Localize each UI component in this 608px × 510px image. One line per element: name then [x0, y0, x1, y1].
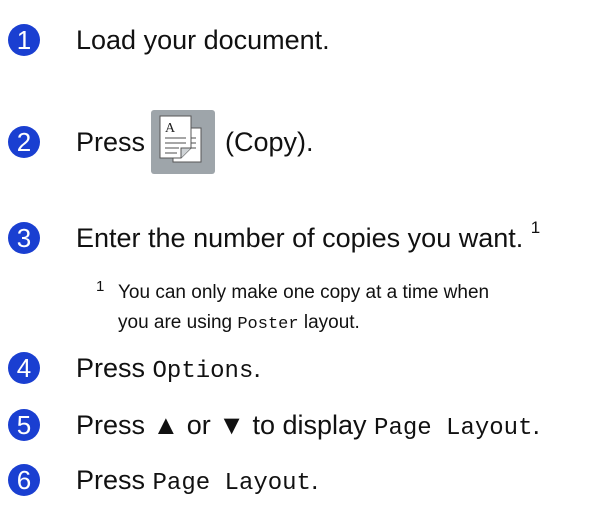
step-number: 5: [8, 409, 40, 441]
step-text: Press A (Copy).: [76, 109, 314, 174]
footnote-text: You can only make one copy at a time whe…: [118, 278, 596, 340]
footnote-number: 1: [96, 278, 105, 295]
step-number: 2: [8, 126, 40, 158]
step-text: Load your document.: [76, 25, 330, 55]
step-text: Enter the number of copies you want. 1: [76, 218, 541, 253]
copy-icon: A: [151, 109, 216, 174]
footnote: 1 You can only make one copy at a time w…: [96, 278, 596, 340]
footnote-line-2: you are using Poster layout.: [118, 312, 360, 334]
step-number: 4: [8, 352, 40, 384]
step-1: 1 Load your document.: [0, 20, 608, 60]
footnote-mark: 1: [530, 218, 541, 237]
step-text: Press Options.: [76, 353, 261, 385]
step-6: 6 Press Page Layout.: [0, 460, 608, 500]
step-3: 3 Enter the number of copies you want. 1: [0, 218, 608, 258]
footnote-line-1: You can only make one copy at a time whe…: [118, 282, 490, 303]
step-number: 3: [8, 222, 40, 254]
step-number: 6: [8, 464, 40, 496]
step-text: Press Page Layout.: [76, 465, 319, 497]
step-2: 2 Press A (Copy).: [0, 109, 608, 174]
step-text: Press ▲ or ▼ to display Page Layout.: [76, 410, 540, 442]
svg-text:A: A: [165, 121, 176, 136]
step-4: 4 Press Options.: [0, 348, 608, 388]
step-number: 1: [8, 24, 40, 56]
step-5: 5 Press ▲ or ▼ to display Page Layout.: [0, 405, 608, 445]
